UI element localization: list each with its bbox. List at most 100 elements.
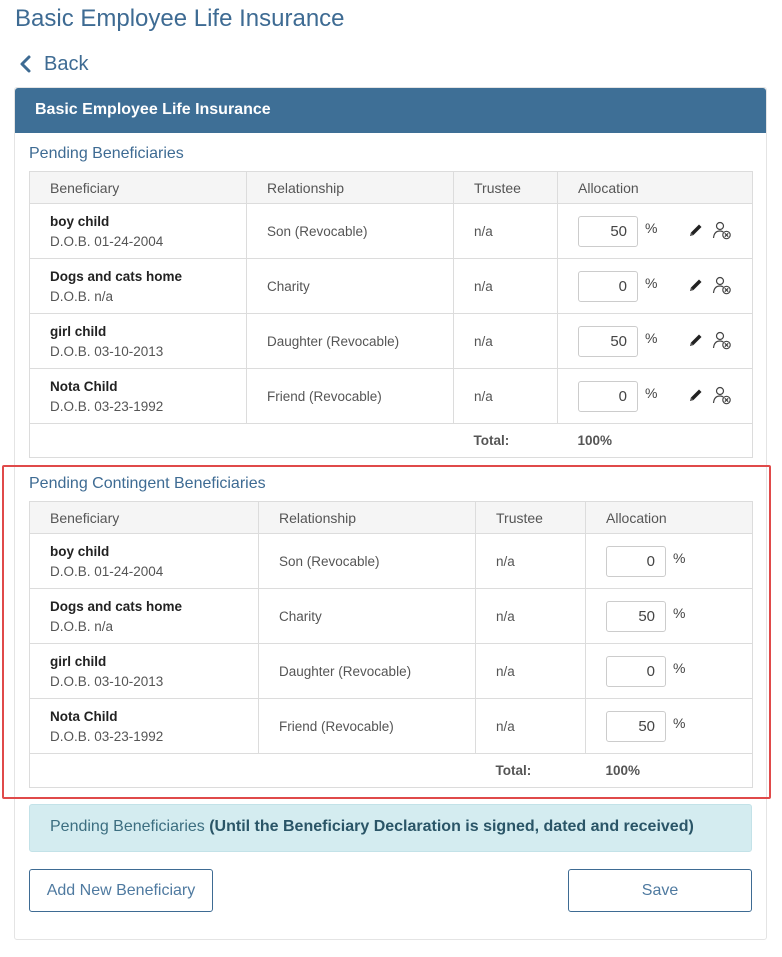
allocation-input[interactable] (578, 215, 638, 247)
beneficiary-cell: Nota Child D.O.B. 03-23-1992 (29, 368, 247, 424)
beneficiary-dob: D.O.B. 03-10-2013 (50, 673, 164, 689)
relationship-cell: Son (Revocable) (246, 203, 454, 259)
contingent-beneficiaries-table: Beneficiary Relationship Trustee Allocat… (29, 501, 753, 788)
total-spacer (29, 423, 247, 458)
back-label: Back (44, 52, 89, 75)
beneficiary-dob: D.O.B. 03-23-1992 (50, 728, 164, 744)
relationship-cell: Friend (Revocable) (258, 698, 476, 754)
allocation-wrap: % (606, 600, 732, 632)
beneficiary-name: boy child (50, 213, 110, 229)
panel-header: Basic Employee Life Insurance (15, 88, 766, 133)
percent-sign: % (645, 275, 658, 291)
total-label: Total: (453, 423, 558, 458)
trustee-cell: n/a (453, 203, 558, 259)
beneficiary-cell: girl child D.O.B. 03-10-2013 (29, 643, 259, 699)
trustee-cell: n/a (475, 588, 586, 644)
allocation-cell: % (557, 313, 753, 369)
remove-person-icon[interactable] (712, 330, 732, 353)
trustee-cell: n/a (453, 368, 558, 424)
beneficiary-dob: D.O.B. n/a (50, 288, 114, 304)
back-link[interactable]: Back (14, 52, 88, 76)
allocation-input[interactable] (606, 655, 666, 687)
allocation-wrap: % (606, 545, 732, 577)
trustee-cell: n/a (475, 698, 586, 754)
add-new-beneficiary-button[interactable]: Add New Beneficiary (29, 869, 213, 912)
beneficiary-cell: boy child D.O.B. 01-24-2004 (29, 533, 259, 589)
allocation-cell: % (585, 533, 753, 589)
beneficiary-cell: Dogs and cats home D.O.B. n/a (29, 258, 247, 314)
col-trustee: Trustee (453, 171, 558, 204)
col-relationship: Relationship (258, 501, 476, 534)
allocation-input[interactable] (606, 545, 666, 577)
allocation-cell: % (557, 203, 753, 259)
save-button[interactable]: Save (568, 869, 752, 912)
beneficiary-cell: boy child D.O.B. 01-24-2004 (29, 203, 247, 259)
col-relationship: Relationship (246, 171, 454, 204)
total-value: 100% (585, 753, 753, 788)
relationship-cell: Friend (Revocable) (246, 368, 454, 424)
allocation-input[interactable] (578, 380, 638, 412)
page-title: Basic Employee Life Insurance (15, 5, 345, 32)
table-row: boy child D.O.B. 01-24-2004 Son (Revocable… (29, 533, 753, 589)
percent-sign: % (645, 385, 658, 401)
total-row: Total: 100% (29, 753, 753, 788)
beneficiary-name: Nota Child (50, 708, 118, 724)
relationship-cell: Son (Revocable) (258, 533, 476, 589)
remove-person-icon[interactable] (712, 220, 732, 243)
info-lead: Pending Beneficiaries (50, 818, 205, 835)
total-spacer (29, 753, 259, 788)
beneficiary-name: Dogs and cats home (50, 598, 183, 614)
allocation-wrap: % (578, 325, 732, 357)
relationship-cell: Charity (246, 258, 454, 314)
percent-sign: % (673, 715, 686, 731)
allocation-cell: % (585, 698, 753, 754)
table-row: Nota Child D.O.B. 03-23-1992 Friend (Revoc… (29, 368, 753, 424)
percent-sign: % (673, 605, 686, 621)
percent-sign: % (645, 220, 658, 236)
beneficiary-name: girl child (50, 653, 107, 669)
allocation-wrap: % (606, 655, 732, 687)
allocation-cell: % (557, 258, 753, 314)
beneficiary-name: Dogs and cats home (50, 268, 183, 284)
chevron-left-icon (20, 55, 31, 73)
pencil-icon[interactable] (688, 387, 704, 406)
remove-person-icon[interactable] (712, 275, 732, 298)
row-actions (688, 220, 732, 243)
allocation-wrap: % (606, 710, 732, 742)
beneficiary-name: Nota Child (50, 378, 118, 394)
allocation-input[interactable] (578, 325, 638, 357)
allocation-cell: % (585, 588, 753, 644)
beneficiary-cell: Nota Child D.O.B. 03-23-1992 (29, 698, 259, 754)
pencil-icon[interactable] (688, 277, 704, 296)
pencil-icon[interactable] (688, 222, 704, 241)
table-row: Dogs and cats home D.O.B. n/a Charityn/a% (29, 258, 753, 314)
pencil-icon[interactable] (688, 332, 704, 351)
allocation-input[interactable] (606, 600, 666, 632)
col-trustee: Trustee (475, 501, 586, 534)
allocation-cell: % (585, 643, 753, 699)
info-bold: (Until the Beneficiary Declaration is si… (209, 818, 694, 835)
total-value: 100% (557, 423, 753, 458)
col-allocation: Allocation (557, 171, 753, 204)
remove-person-icon[interactable] (712, 385, 732, 408)
allocation-wrap: % (578, 270, 732, 302)
beneficiary-dob: D.O.B. 03-10-2013 (50, 343, 164, 359)
relationship-cell: Daughter (Revocable) (246, 313, 454, 369)
col-allocation: Allocation (585, 501, 753, 534)
beneficiary-name: girl child (50, 323, 107, 339)
table-row: Dogs and cats home D.O.B. n/a Charityn/a% (29, 588, 753, 644)
allocation-input[interactable] (606, 710, 666, 742)
relationship-cell: Charity (258, 588, 476, 644)
percent-sign: % (673, 660, 686, 676)
table-row: Nota Child D.O.B. 03-23-1992 Friend (Revoc… (29, 698, 753, 754)
col-beneficiary: Beneficiary (29, 171, 247, 204)
allocation-cell: % (557, 368, 753, 424)
beneficiary-dob: D.O.B. 01-24-2004 (50, 233, 164, 249)
beneficiary-dob: D.O.B. n/a (50, 618, 114, 634)
table-row: boy child D.O.B. 01-24-2004 Son (Revocable… (29, 203, 753, 259)
total-spacer (258, 753, 476, 788)
row-actions (688, 385, 732, 408)
table-header-row: Beneficiary Relationship Trustee Allocat… (29, 171, 753, 204)
allocation-input[interactable] (578, 270, 638, 302)
pending-info-alert: Pending Beneficiaries (Until the Benefic… (29, 804, 752, 852)
